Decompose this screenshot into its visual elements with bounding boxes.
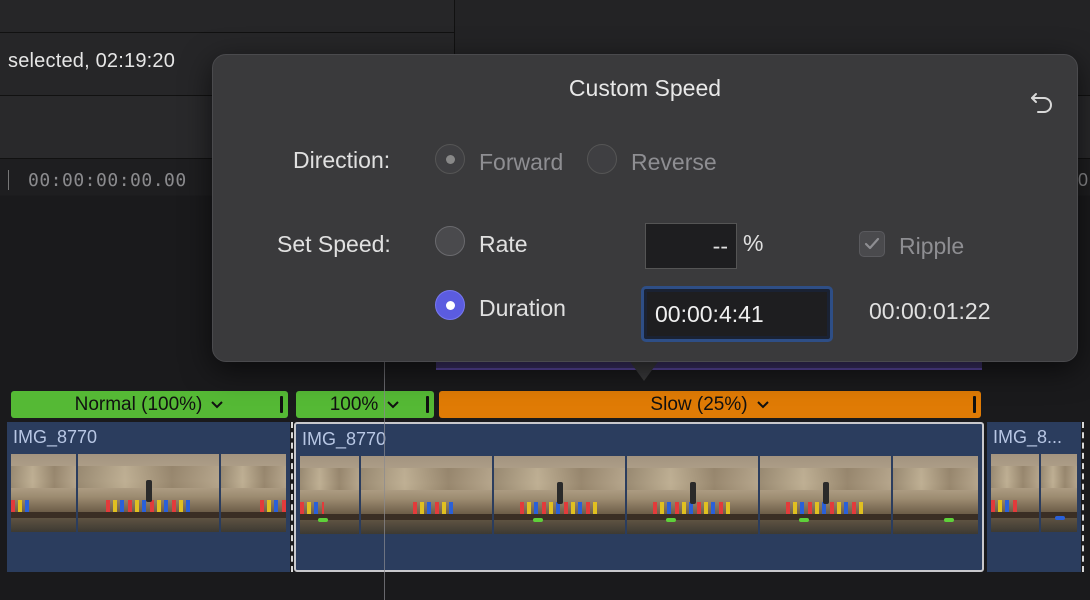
chevron-down-icon[interactable] (756, 398, 770, 412)
chevron-down-icon[interactable] (210, 398, 224, 412)
filmstrip (991, 454, 1077, 532)
rate-radio[interactable] (435, 226, 465, 256)
header-divider (0, 32, 454, 33)
duration-value[interactable]: 00:00:4:41 (647, 292, 827, 336)
edit-point[interactable] (1082, 422, 1084, 572)
percent-symbol: % (743, 230, 764, 256)
original-duration: 00:00:01:22 (869, 298, 991, 324)
duration-input[interactable]: 00:00:4:41 (641, 286, 833, 342)
checkmark-icon (864, 237, 880, 250)
ruler-tick (8, 170, 9, 190)
speed-handle[interactable] (426, 396, 429, 413)
thumbnail (360, 456, 492, 534)
clip-name: IMG_8770 (302, 429, 387, 449)
speed-segment-slow[interactable]: Slow (25%) (439, 391, 981, 418)
rate-label[interactable]: Rate (479, 231, 528, 258)
clip-name: IMG_8770 (13, 427, 98, 447)
thumbnail (626, 456, 758, 534)
thumbnail (493, 456, 625, 534)
custom-speed-popover: Custom Speed Direction: Forward Reverse … (212, 54, 1078, 362)
set-speed-label: Set Speed: (277, 231, 391, 257)
thumbnail (892, 456, 979, 534)
duration-radio[interactable] (435, 290, 465, 320)
speed-segment-label: Normal (100%) (74, 393, 203, 415)
filmstrip (11, 454, 287, 532)
ruler-mark: 0 (1078, 170, 1089, 190)
clip-img-8770-a[interactable]: IMG_8770 (7, 422, 290, 572)
thumbnail (1041, 454, 1077, 532)
thumbnail (300, 456, 359, 534)
edit-point[interactable] (291, 422, 293, 572)
rate-input[interactable]: -- (645, 223, 737, 269)
clip-name: IMG_8... (993, 427, 1063, 447)
thumbnail (991, 454, 1039, 532)
direction-label: Direction: (293, 147, 391, 173)
reverse-radio[interactable] (587, 144, 617, 174)
filmstrip (300, 456, 979, 534)
ripple-label[interactable]: Ripple (899, 233, 964, 260)
thumbnail (11, 454, 77, 532)
speed-segment-100[interactable]: 100% (296, 391, 434, 418)
speed-handle[interactable] (280, 396, 283, 413)
reverse-label[interactable]: Reverse (631, 149, 717, 176)
speed-segment-normal[interactable]: Normal (100%) (11, 391, 288, 418)
popover-arrow (628, 359, 660, 381)
thumbnail (220, 454, 287, 532)
ripple-checkbox[interactable] (859, 231, 885, 257)
popover-title: Custom Speed (568, 75, 722, 101)
speed-segment-label: Slow (25%) (650, 393, 748, 415)
reset-icon[interactable] (1027, 85, 1057, 115)
forward-radio[interactable] (435, 144, 465, 174)
thumbnail (759, 456, 891, 534)
ruler-timecode: 00:00:00:00.00 (28, 170, 187, 191)
thumbnail (78, 454, 219, 532)
forward-label[interactable]: Forward (479, 149, 563, 176)
speed-handle[interactable] (973, 396, 976, 413)
speed-segment-label: 100% (329, 393, 379, 415)
clip-img-8770-c[interactable]: IMG_8... (987, 422, 1081, 572)
selection-summary: selected, 02:19:20 (8, 50, 176, 72)
clip-img-8770-b[interactable]: IMG_8770 (294, 422, 984, 572)
duration-label[interactable]: Duration (479, 295, 566, 322)
chevron-down-icon[interactable] (386, 398, 400, 412)
